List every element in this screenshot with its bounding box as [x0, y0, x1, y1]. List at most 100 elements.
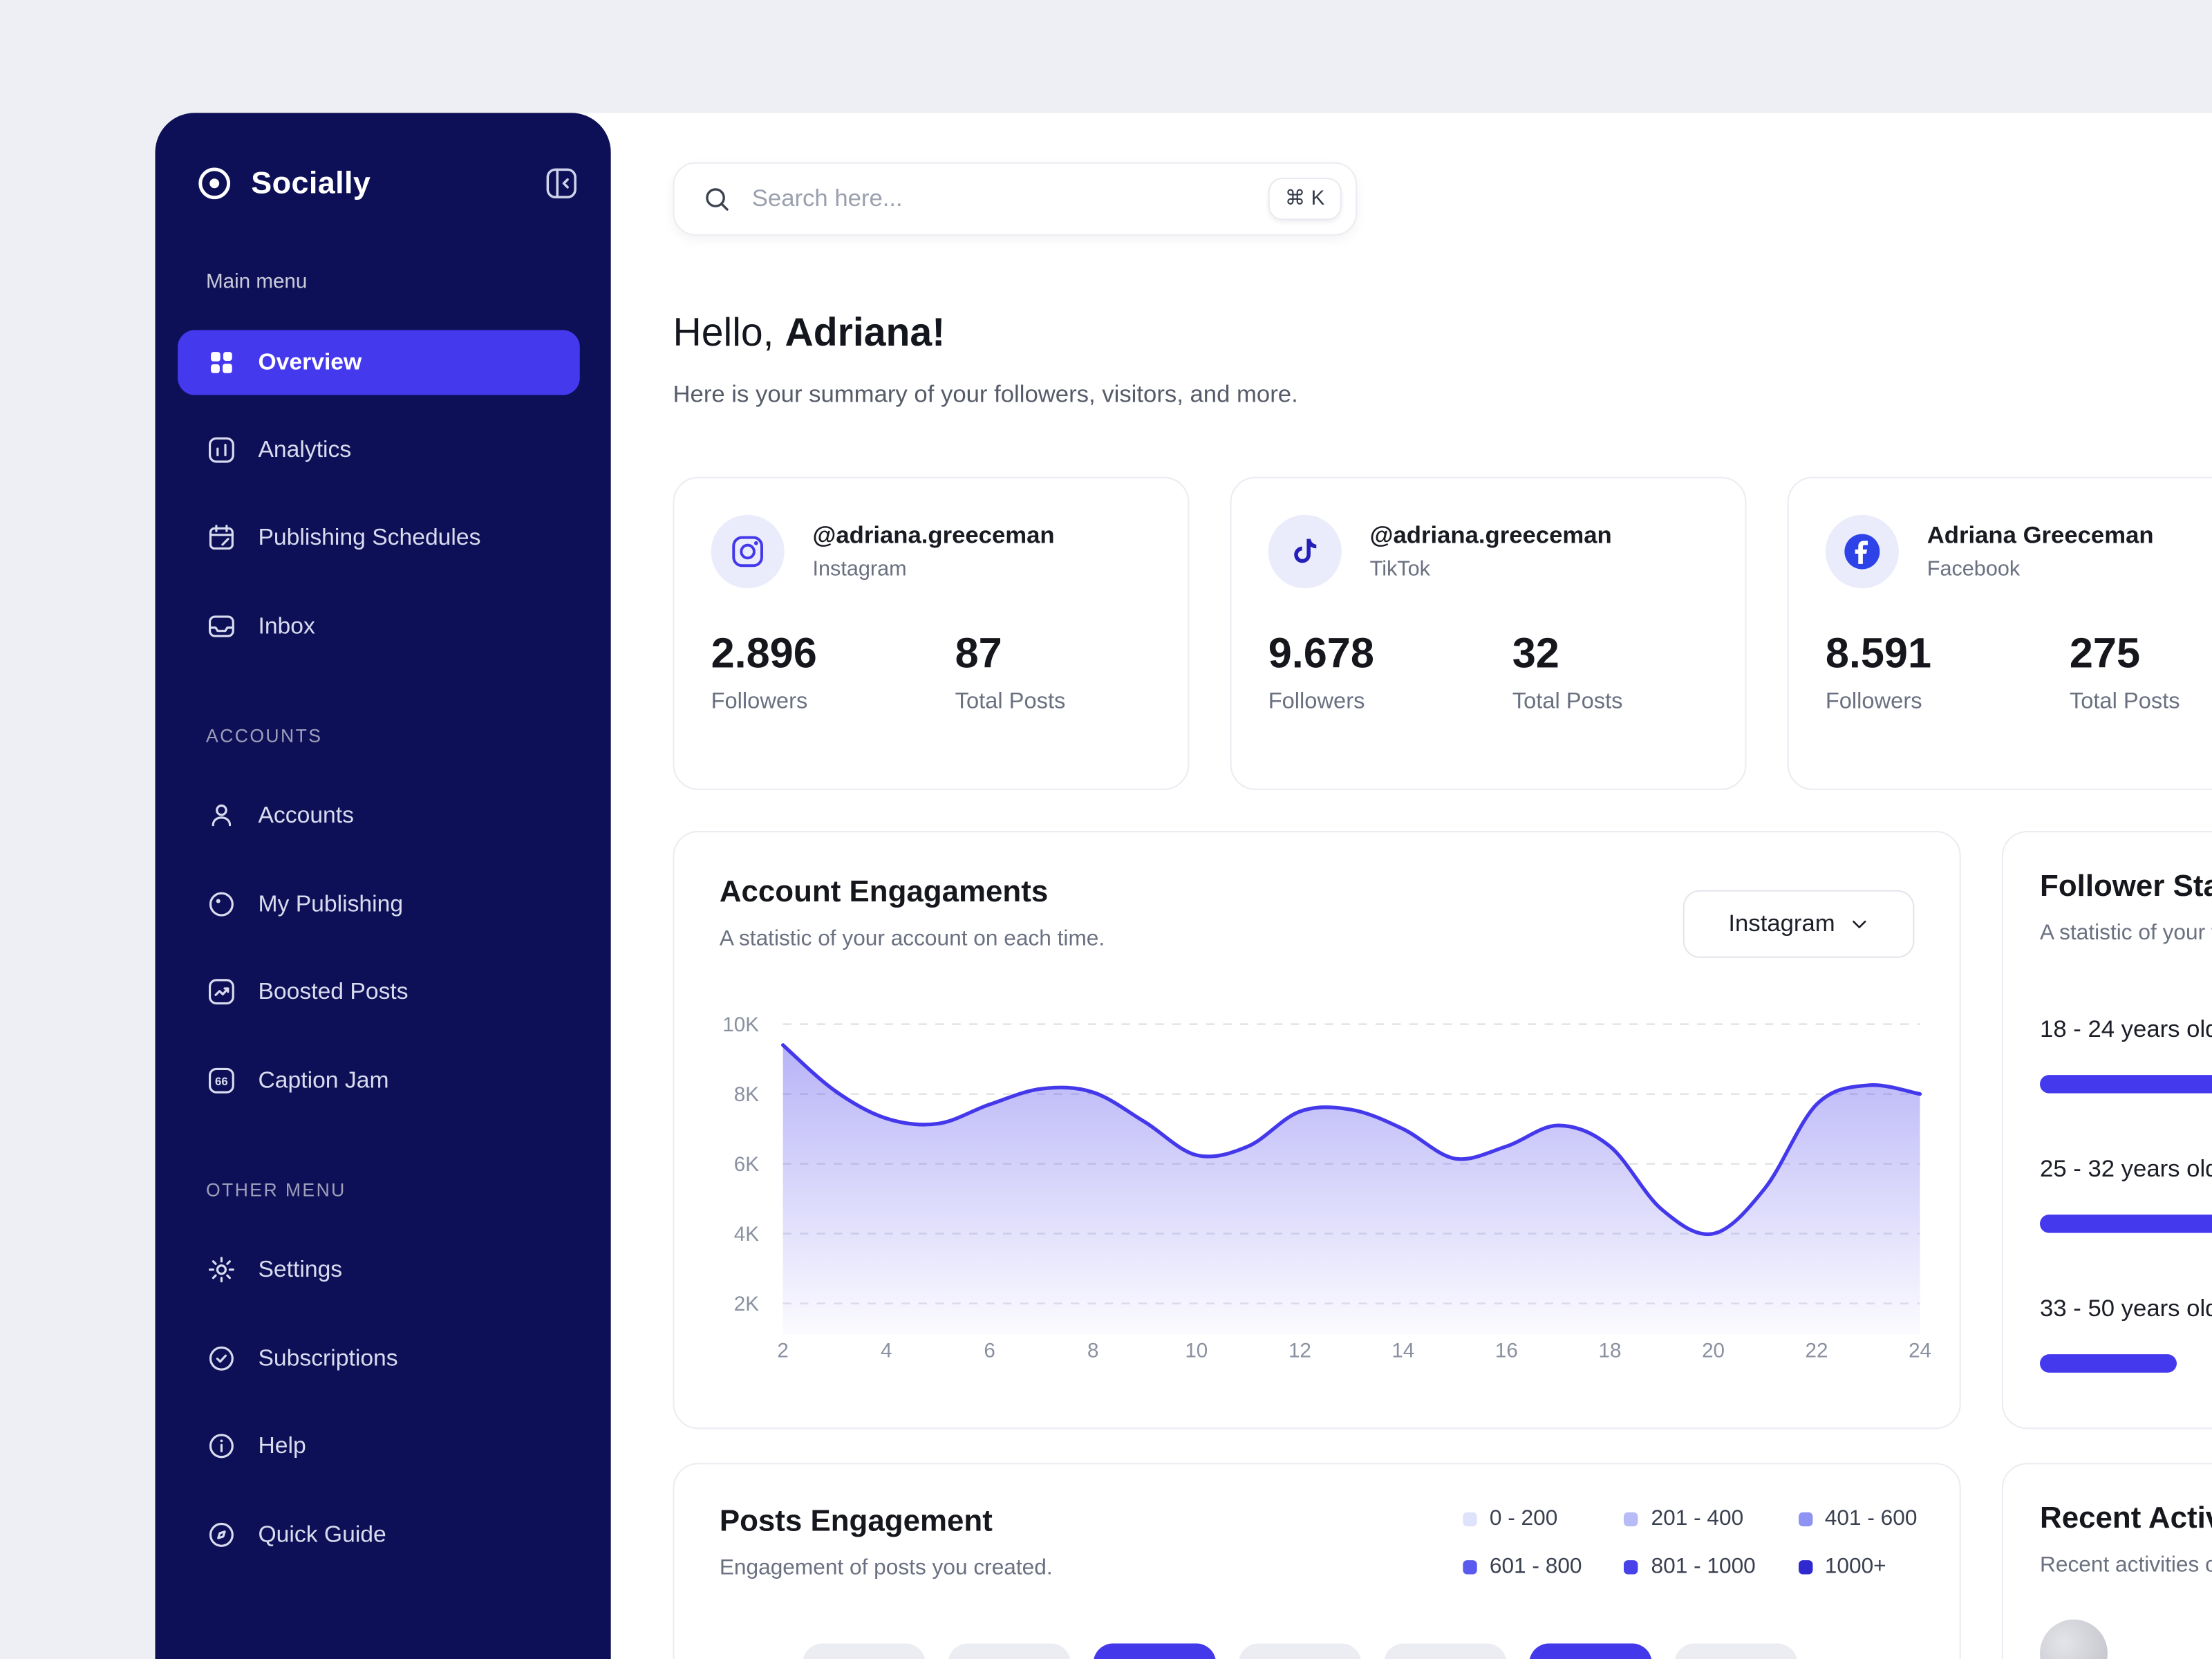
svg-text:6: 6 [984, 1339, 995, 1362]
age-group-label: 25 - 32 years old [2040, 1155, 2212, 1183]
followers-label: Followers [711, 689, 808, 714]
sidebar-item-caption-jam[interactable]: 66 Caption Jam [178, 1048, 580, 1113]
sidebar-item-quick-guide[interactable]: Quick Guide [178, 1502, 580, 1567]
svg-text:8K: 8K [734, 1083, 759, 1106]
progress-bar [2040, 1354, 2212, 1373]
dropdown-value: Instagram [1728, 910, 1835, 937]
progress-bar [2040, 1215, 2212, 1233]
boost-icon [206, 976, 237, 1007]
posts-count: 87 [955, 630, 1002, 677]
legend-item: 801 - 1000 [1624, 1555, 1756, 1580]
logo: Socially [195, 155, 580, 212]
engagement-heatmap-row [803, 1643, 1797, 1659]
followers-label: Followers [1825, 689, 1922, 714]
sidebar-item-inbox[interactable]: Inbox [178, 594, 580, 659]
quick-guide-icon [206, 1519, 237, 1550]
heatmap-cell[interactable] [1674, 1643, 1797, 1659]
legend-item: 401 - 600 [1798, 1507, 1917, 1533]
instagram-icon [711, 514, 785, 589]
legend-dot [1624, 1512, 1639, 1527]
heatmap-cell[interactable] [1529, 1643, 1652, 1659]
followers-count: 8.591 [1825, 630, 1932, 677]
chevron-down-icon [1852, 920, 1866, 928]
age-group-row: 25 - 32 years old [2040, 1155, 2212, 1233]
heatmap-cell[interactable] [1093, 1643, 1217, 1659]
progress-bar [2040, 1075, 2212, 1094]
posts-label: Total Posts [1512, 689, 1623, 714]
sidebar-item-analytics[interactable]: Analytics [178, 418, 580, 482]
page-subtitle: Here is your summary of your followers, … [673, 381, 1298, 408]
svg-text:10K: 10K [722, 1013, 759, 1036]
settings-icon [206, 1254, 237, 1285]
legend-dot [1798, 1512, 1812, 1527]
age-group-row: 33 - 50 years old [2040, 1295, 2212, 1373]
account-engagements-card: Account Engagaments A statistic of your … [673, 831, 1961, 1430]
help-icon [206, 1430, 237, 1461]
card-subtitle: Recent activities of your account [2040, 1553, 2212, 1577]
svg-text:2: 2 [777, 1339, 788, 1362]
app-title: Socially [251, 165, 371, 200]
sidebar-item-publishing-schedules[interactable]: Publishing Schedules [178, 505, 580, 570]
calendar-icon [206, 522, 237, 553]
sidebar-item-subscriptions[interactable]: Subscriptions [178, 1326, 580, 1391]
posts-engagement-card: Posts Engagement Engagement of posts you… [673, 1463, 1961, 1659]
age-group-label: 18 - 24 years old [2040, 1015, 2212, 1043]
svg-text:22: 22 [1806, 1339, 1828, 1362]
svg-text:66: 66 [215, 1075, 228, 1088]
sidebar-item-accounts[interactable]: Accounts [178, 783, 580, 848]
socially-logo-icon [195, 164, 234, 203]
publishing-icon [206, 889, 237, 920]
search-input[interactable] [749, 183, 1251, 215]
svg-text:6K: 6K [734, 1153, 759, 1176]
sidebar-item-help[interactable]: Help [178, 1414, 580, 1479]
sidebar-item-settings[interactable]: Settings [178, 1237, 580, 1302]
sidebar-item-boosted-posts[interactable]: Boosted Posts [178, 959, 580, 1024]
legend-item: 0 - 200 [1463, 1507, 1557, 1533]
facebook-icon [1825, 514, 1899, 589]
legend-dot [1624, 1560, 1639, 1575]
svg-text:4: 4 [881, 1339, 892, 1362]
search-bar[interactable]: ⌘ K [673, 162, 1358, 236]
engagement-legend: 0 - 200 201 - 400 401 - 600 601 - 800 80… [1463, 1507, 1917, 1580]
instagram-stat-card[interactable]: @adriana.greeceman Instagram 2.896 Follow… [673, 476, 1190, 790]
posts-count: 32 [1512, 630, 1559, 677]
sidebar-item-label: Boosted Posts [258, 978, 409, 1004]
analytics-icon [206, 435, 237, 466]
platform-filter-dropdown[interactable]: Instagram [1683, 890, 1915, 958]
sidebar-item-overview[interactable]: Overview [178, 330, 580, 395]
sidebar-item-label: Caption Jam [258, 1067, 389, 1093]
sidebar-item-label: Subscriptions [258, 1344, 398, 1371]
sidebar-item-label: Overview [258, 349, 362, 375]
account-handle: @adriana.greeceman [1369, 522, 1612, 549]
facebook-stat-card[interactable]: Adriana Greeceman Facebook 8.591 Follower… [1787, 476, 2212, 790]
inbox-icon [206, 611, 237, 642]
legend-item: 601 - 800 [1463, 1555, 1582, 1580]
heatmap-cell[interactable] [803, 1643, 926, 1659]
svg-text:14: 14 [1391, 1339, 1414, 1362]
legend-dot [1798, 1560, 1812, 1575]
sidebar-item-label: Publishing Schedules [258, 524, 481, 550]
svg-text:20: 20 [1702, 1339, 1725, 1362]
posts-count: 275 [2069, 630, 2141, 677]
account-stat-cards: @adriana.greeceman Instagram 2.896 Follow… [673, 476, 2212, 790]
sidebar-item-label: Settings [258, 1256, 343, 1282]
heatmap-cell[interactable] [948, 1643, 1071, 1659]
caption-icon: 66 [206, 1065, 237, 1096]
svg-text:24: 24 [1909, 1339, 1931, 1362]
followers-count: 2.896 [711, 630, 817, 677]
avatar [2040, 1619, 2108, 1659]
tiktok-stat-card[interactable]: @adriana.greeceman TikTok 9.678 Followers… [1230, 476, 1747, 790]
svg-text:2K: 2K [734, 1293, 759, 1315]
legend-item: 1000+ [1798, 1555, 1886, 1580]
sidebar-collapse-icon[interactable] [543, 165, 580, 202]
heatmap-cell[interactable] [1384, 1643, 1507, 1659]
heatmap-cell[interactable] [1238, 1643, 1362, 1659]
sidebar-item-label: Help [258, 1432, 306, 1459]
sidebar-item-label: Analytics [258, 436, 352, 462]
svg-text:8: 8 [1087, 1339, 1098, 1362]
card-subtitle: A statistic of your followers [2040, 921, 2212, 946]
sidebar-item-label: My Publishing [258, 890, 404, 917]
user-icon [206, 800, 237, 831]
account-platform: Facebook [1927, 557, 2021, 581]
sidebar-item-my-publishing[interactable]: My Publishing [178, 872, 580, 937]
